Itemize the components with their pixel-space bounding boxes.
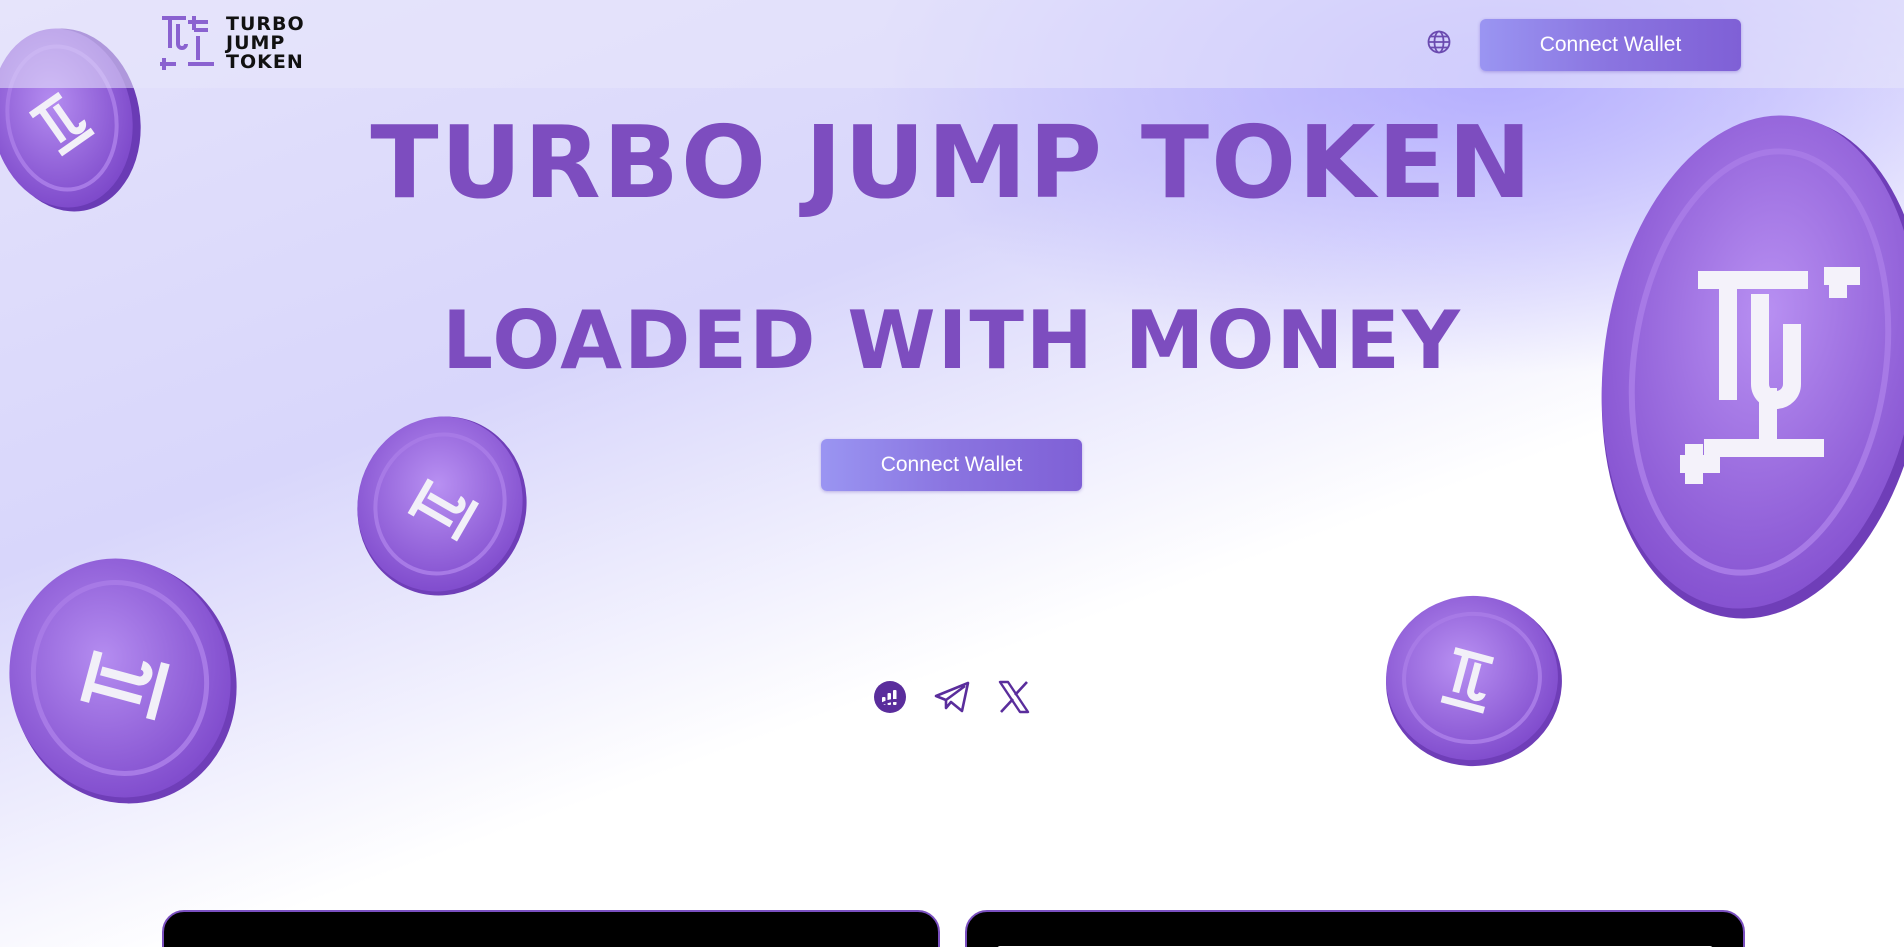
- globe-icon[interactable]: [1426, 29, 1452, 55]
- brand-name: TURBO JUMP TOKEN: [226, 12, 305, 73]
- connect-wallet-button[interactable]: Connect Wallet: [1480, 19, 1741, 71]
- social-links: [870, 677, 1034, 717]
- info-card-left: [162, 910, 940, 947]
- coin-icon: [9, 558, 237, 804]
- info-card-right: [965, 910, 1745, 947]
- hero-title: TURBO JUMP TOKEN: [370, 104, 1534, 221]
- brand-line-3: TOKEN: [226, 50, 304, 73]
- hero-connect-wallet-button[interactable]: Connect Wallet: [821, 439, 1082, 491]
- coin-icon: [1386, 595, 1562, 767]
- x-twitter-icon[interactable]: [994, 677, 1034, 717]
- telegram-icon[interactable]: [932, 677, 972, 717]
- landing-page: TURBO JUMP TOKEN Connect Wallet TURBO JU…: [0, 0, 1904, 947]
- brand-line-2: JUMP: [226, 31, 286, 54]
- site-header: TURBO JUMP TOKEN Connect Wallet: [0, 0, 1904, 88]
- dexscreener-icon[interactable]: [870, 677, 910, 717]
- coin-icon: [357, 416, 527, 596]
- brand-line-1: TURBO: [226, 12, 305, 35]
- hero-subtitle: LOADED WITH MONEY: [442, 294, 1462, 387]
- brand-logo[interactable]: TURBO JUMP TOKEN: [160, 14, 305, 72]
- logo-mark-icon: [160, 16, 214, 70]
